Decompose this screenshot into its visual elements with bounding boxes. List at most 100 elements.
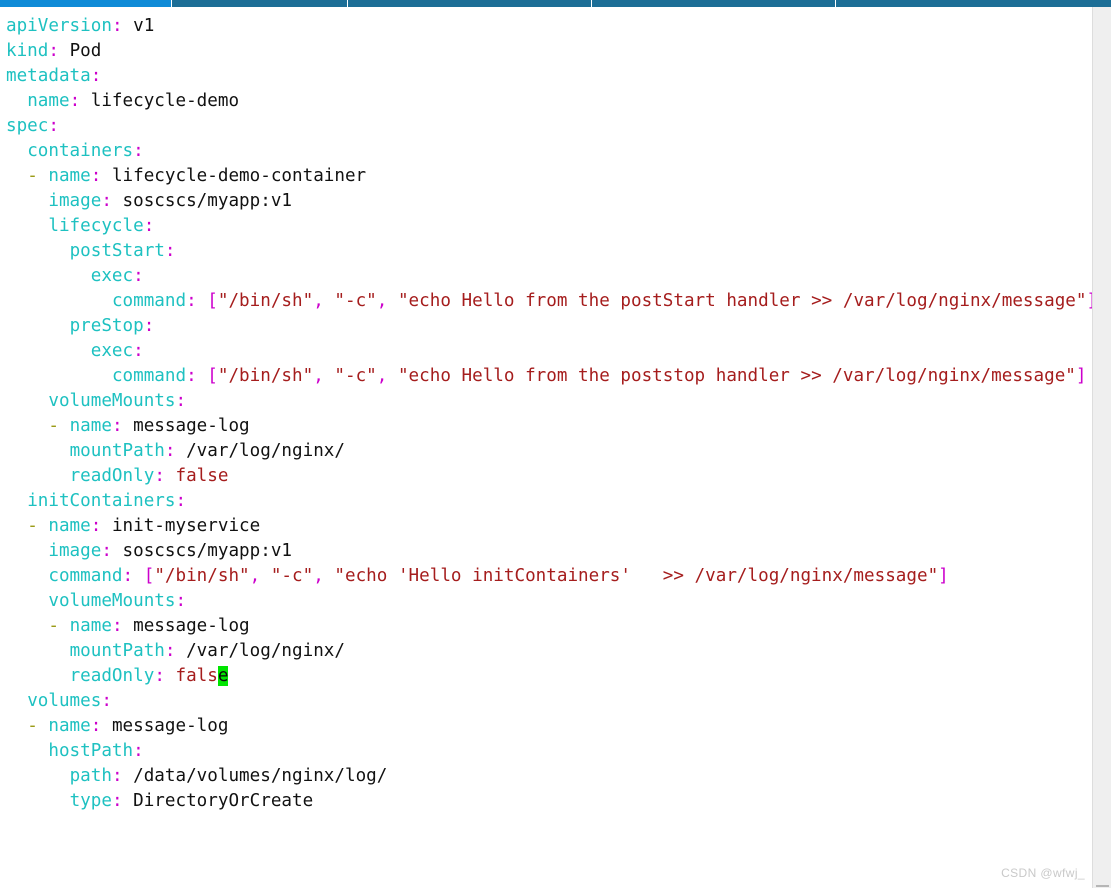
tab-segment-0[interactable] [0,0,172,7]
code-token: name [48,516,91,536]
code-token: message-log [111,716,229,736]
code-token: lifecycle-demo-container [111,166,367,186]
tab-segment-2[interactable] [348,0,592,7]
code-token: ] [1075,366,1087,386]
code-line[interactable]: apiVersion: v1 [6,14,1092,39]
code-line[interactable]: name: lifecycle-demo [6,89,1092,114]
code-token: : [164,441,176,461]
code-line[interactable]: - name: lifecycle-demo-container [6,164,1092,189]
code-line[interactable]: - name: message-log [6,614,1092,639]
code-token: "-c" [270,566,314,586]
code-line[interactable]: command: ["/bin/sh", "-c", "echo Hello f… [6,289,1097,314]
code-line[interactable]: - name: message-log [6,714,1092,739]
code-line[interactable]: volumeMounts: [6,389,1092,414]
code-line[interactable]: - name: message-log [6,414,1092,439]
code-line[interactable]: volumeMounts: [6,589,1092,614]
code-line[interactable]: containers: [6,139,1092,164]
code-token: "/bin/sh" [217,291,314,311]
code-token: , [249,566,261,586]
code-line[interactable]: image: soscscs/myapp:v1 [6,189,1092,214]
code-token: , [313,291,324,311]
code-token: name [69,416,112,436]
code-token: /data/volumes/nginx/log/ [133,766,388,786]
code-token: init-myservice [111,516,261,536]
code-line[interactable]: metadata: [6,64,1092,89]
code-line[interactable]: readOnly: false [6,464,1092,489]
code-editor[interactable]: apiVersion: v1 kind: Pod metadata: name: l… [0,7,1097,888]
code-token: volumeMounts [48,391,176,411]
code-token: mountPath [69,441,165,461]
code-token: : [111,791,123,811]
code-line[interactable]: exec: [6,264,1092,289]
vertical-scrollbar[interactable] [1092,7,1111,888]
code-token: : [186,291,197,311]
code-token: : [101,541,112,561]
code-line[interactable]: hostPath: [6,739,1092,764]
tab-strip[interactable] [0,0,1111,7]
code-token: command [48,566,123,586]
code-token: image [48,541,102,561]
code-token: [ [143,566,155,586]
code-token: soscscs/myapp:v1 [122,541,293,561]
code-line[interactable]: path: /data/volumes/nginx/log/ [6,764,1092,789]
code-line[interactable]: lifecycle: [6,214,1092,239]
code-line[interactable]: - name: init-myservice [6,514,1092,539]
code-line[interactable]: image: soscscs/myapp:v1 [6,539,1092,564]
code-token: : [90,516,102,536]
code-token: soscscs/myapp:v1 [122,191,293,211]
tab-segment-3[interactable] [592,0,836,7]
code-token: containers [27,141,134,161]
code-line[interactable]: type: DirectoryOrCreate [6,789,1092,814]
scrollbar-end-cap[interactable] [1096,885,1109,887]
code-token: name [48,716,91,736]
code-token: preStop [69,316,144,336]
code-line[interactable]: exec: [6,339,1092,364]
tab-segment-4[interactable] [836,0,1080,7]
code-token: hostPath [48,741,134,761]
code-line[interactable]: preStop: [6,314,1092,339]
code-line[interactable]: spec: [6,114,1092,139]
code-content[interactable]: apiVersion: v1 kind: Pod metadata: name: l… [6,14,1097,814]
code-token: : [90,66,102,86]
code-line[interactable]: kind: Pod [6,39,1092,64]
code-line[interactable]: volumes: [6,689,1092,714]
code-line[interactable]: mountPath: /var/log/nginx/ [6,439,1092,464]
code-line[interactable]: initContainers: [6,489,1092,514]
code-line[interactable]: postStart: [6,239,1092,264]
code-token: kind [6,41,49,61]
code-token: postStart [69,241,165,261]
code-token: "echo Hello from the poststop handler >>… [397,366,1076,386]
code-token: metadata [6,66,91,86]
code-token: : [111,766,123,786]
code-token: : [186,366,197,386]
code-line[interactable]: command: ["/bin/sh", "-c", "echo Hello f… [6,364,1092,389]
code-token: readOnly [69,466,155,486]
code-token: : [164,641,176,661]
code-line[interactable]: command: ["/bin/sh", "-c", "echo 'Hello … [6,564,1092,589]
code-line[interactable]: mountPath: /var/log/nginx/ [6,639,1092,664]
code-line[interactable]: readOnly: false [6,664,1092,689]
code-token: - [27,166,38,186]
tab-segment-1[interactable] [172,0,348,7]
code-token: message-log [133,616,250,636]
code-token: : [101,691,112,711]
